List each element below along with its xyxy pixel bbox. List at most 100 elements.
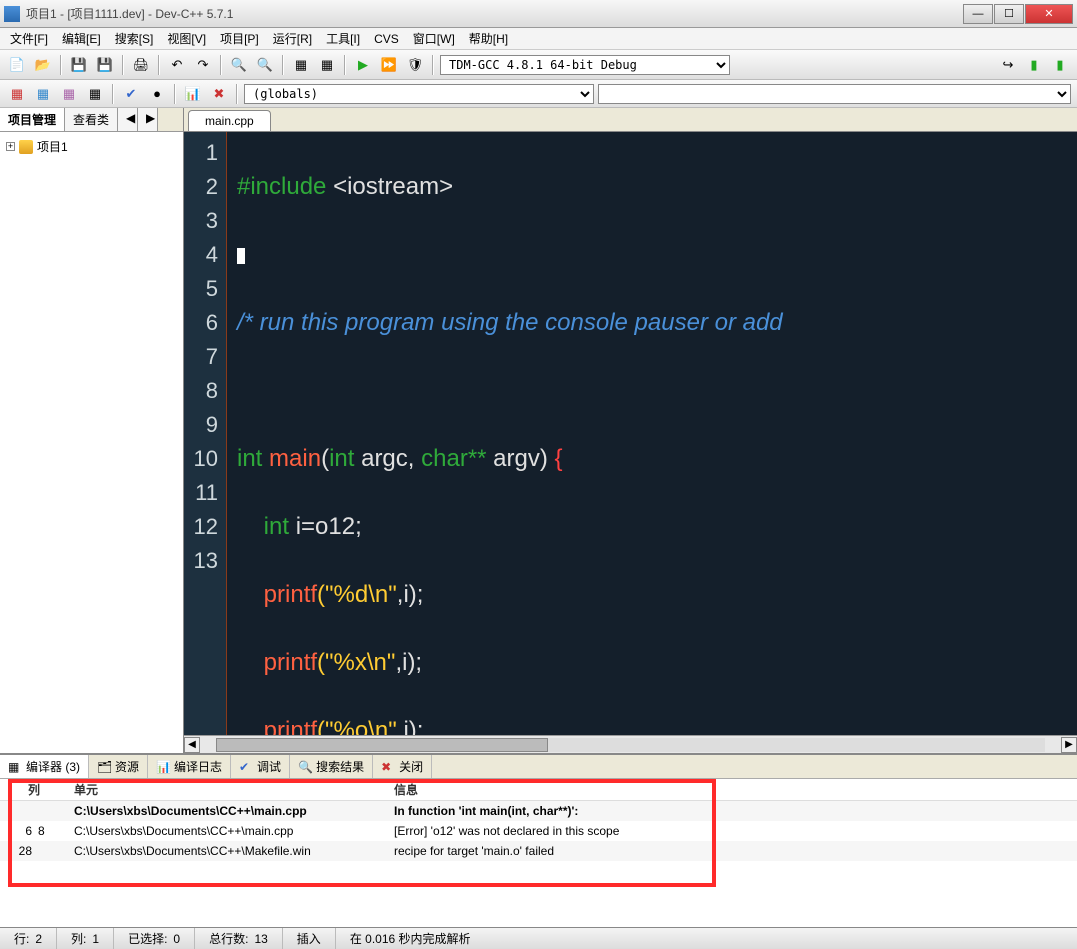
- file-tab-main[interactable]: main.cpp: [188, 110, 271, 131]
- grid3-icon[interactable]: ▦: [58, 83, 80, 105]
- separator: [220, 55, 222, 75]
- replace-icon[interactable]: 🔍: [254, 54, 276, 76]
- find-icon[interactable]: 🔍: [228, 54, 250, 76]
- project-tree[interactable]: + 项目1: [0, 132, 183, 753]
- menu-edit[interactable]: 编辑[E]: [56, 28, 107, 49]
- check-icon[interactable]: ✔: [120, 83, 142, 105]
- menu-view[interactable]: 视图[V]: [161, 28, 212, 49]
- compile-run-icon[interactable]: ⏩: [378, 54, 400, 76]
- member-select[interactable]: [598, 84, 1071, 104]
- menu-window[interactable]: 窗口[W]: [407, 28, 461, 49]
- scroll-track[interactable]: [216, 738, 1045, 752]
- search-icon: 🔍: [298, 760, 312, 774]
- scope-select[interactable]: (globals): [244, 84, 594, 104]
- file-tabs: main.cpp: [184, 108, 1077, 132]
- project-icon: [19, 140, 33, 154]
- app-icon: [4, 6, 20, 22]
- highlight-box: [8, 779, 716, 887]
- grid2-icon[interactable]: ▦: [32, 83, 54, 105]
- maximize-button[interactable]: ☐: [994, 4, 1024, 24]
- btab-search[interactable]: 🔍搜索结果: [290, 755, 373, 778]
- open-icon[interactable]: 📂: [32, 54, 54, 76]
- save-icon[interactable]: 💾: [68, 54, 90, 76]
- menu-file[interactable]: 文件[F]: [4, 28, 54, 49]
- sidebar-tab-scroll-left[interactable]: ◀: [118, 108, 138, 131]
- btab-compiler[interactable]: ▦编译器 (3): [0, 755, 89, 778]
- project-root-label: 项目1: [37, 138, 68, 155]
- grid1-icon[interactable]: ▦: [6, 83, 28, 105]
- window-title: 项目1 - [项目1111.dev] - Dev-C++ 5.7.1: [26, 5, 963, 22]
- print-icon[interactable]: 🖨: [130, 54, 152, 76]
- menu-cvs[interactable]: CVS: [368, 30, 405, 48]
- btab-log[interactable]: 📊编译日志: [148, 755, 231, 778]
- toolbar-main: 📄 📂 💾 💾 🖨 ↶ ↷ 🔍 🔍 ▦ ▦ ▶ ⏩ 🛡 TDM-GCC 4.8.…: [0, 50, 1077, 80]
- btab-close[interactable]: ✖关闭: [373, 755, 432, 778]
- titlebar: 项目1 - [项目1111.dev] - Dev-C++ 5.7.1 — ☐ ✕: [0, 0, 1077, 28]
- run-icon[interactable]: ▶: [352, 54, 374, 76]
- btab-debug[interactable]: ✔调试: [231, 755, 290, 778]
- menu-project[interactable]: 项目[P]: [214, 28, 265, 49]
- close-icon: ✖: [381, 760, 395, 774]
- bottom-panel: ▦编译器 (3) 🗂资源 📊编译日志 ✔调试 🔍搜索结果 ✖关闭 列 单元 信息…: [0, 753, 1077, 927]
- compiler-output[interactable]: 列 单元 信息 C:\Users\xbs\Documents\CC++\main…: [0, 779, 1077, 927]
- sidebar: 项目管理 查看类 ◀ ▶ + 项目1: [0, 108, 184, 753]
- horizontal-scrollbar[interactable]: ◀ ▶: [184, 735, 1077, 753]
- sidebar-tabs: 项目管理 查看类 ◀ ▶: [0, 108, 183, 132]
- toolbar-class: ▦ ▦ ▦ ▦ ✔ ● 📊 ✖ (globals): [0, 80, 1077, 108]
- delete-profile-icon[interactable]: ✖: [208, 83, 230, 105]
- btab-resources[interactable]: 🗂资源: [89, 755, 148, 778]
- separator: [174, 84, 176, 104]
- separator: [122, 55, 124, 75]
- undo-icon[interactable]: ↶: [166, 54, 188, 76]
- bookmark-icon[interactable]: ▮: [1023, 54, 1045, 76]
- separator: [282, 55, 284, 75]
- help-icon[interactable]: ▮: [1049, 54, 1071, 76]
- separator: [432, 55, 434, 75]
- grid4-icon[interactable]: ▦: [84, 83, 106, 105]
- sidebar-tab-scroll-right[interactable]: ▶: [138, 108, 158, 131]
- goto-line-icon[interactable]: ●: [146, 83, 168, 105]
- line-gutter: 1 2 3 4 5 6 7 8 9 10 11 12 13: [184, 132, 226, 735]
- separator: [112, 84, 114, 104]
- window-controls: — ☐ ✕: [963, 4, 1073, 24]
- build-icon[interactable]: ▦: [316, 54, 338, 76]
- separator: [60, 55, 62, 75]
- status-line: 行:2: [0, 928, 57, 949]
- separator: [344, 55, 346, 75]
- sidebar-tab-project[interactable]: 项目管理: [0, 108, 65, 131]
- tree-root-row[interactable]: + 项目1: [6, 136, 177, 157]
- menu-run[interactable]: 运行[R]: [267, 28, 318, 49]
- compile-icon[interactable]: ▦: [290, 54, 312, 76]
- editor-area: main.cpp 1 2 3 4 5 6 7 8 9 10 11 12 13 #…: [184, 108, 1077, 753]
- statusbar: 行:2 列:1 已选择:0 总行数:13 插入 在 0.016 秒内完成解析: [0, 927, 1077, 949]
- goto-icon[interactable]: ↪: [997, 54, 1019, 76]
- menu-tools[interactable]: 工具[I]: [320, 28, 366, 49]
- menu-search[interactable]: 搜索[S]: [109, 28, 160, 49]
- scroll-left-icon[interactable]: ◀: [184, 737, 200, 753]
- menubar: 文件[F] 编辑[E] 搜索[S] 视图[V] 项目[P] 运行[R] 工具[I…: [0, 28, 1077, 50]
- profile-icon[interactable]: 📊: [182, 83, 204, 105]
- status-mode: 插入: [283, 928, 336, 949]
- menu-help[interactable]: 帮助[H]: [463, 28, 514, 49]
- bottom-tabs: ▦编译器 (3) 🗂资源 📊编译日志 ✔调试 🔍搜索结果 ✖关闭: [0, 755, 1077, 779]
- sidebar-tab-classes[interactable]: 查看类: [65, 108, 118, 131]
- debug-icon[interactable]: 🛡: [404, 54, 426, 76]
- status-parse: 在 0.016 秒内完成解析: [336, 928, 1077, 949]
- status-col: 列:1: [57, 928, 114, 949]
- code-editor[interactable]: 1 2 3 4 5 6 7 8 9 10 11 12 13 #include <…: [184, 132, 1077, 735]
- expand-icon[interactable]: +: [6, 142, 15, 151]
- save-all-icon[interactable]: 💾: [94, 54, 116, 76]
- minimize-button[interactable]: —: [963, 4, 993, 24]
- scroll-thumb[interactable]: [216, 738, 548, 752]
- status-sel: 已选择:0: [114, 928, 195, 949]
- log-icon: 📊: [156, 760, 170, 774]
- code-text[interactable]: #include <iostream> /* run this program …: [226, 132, 1077, 735]
- close-button[interactable]: ✕: [1025, 4, 1073, 24]
- redo-icon[interactable]: ↷: [192, 54, 214, 76]
- compiler-select[interactable]: TDM-GCC 4.8.1 64-bit Debug: [440, 55, 730, 75]
- check-icon: ✔: [239, 760, 253, 774]
- resources-icon: 🗂: [97, 760, 111, 774]
- cursor-icon: [237, 248, 245, 264]
- scroll-right-icon[interactable]: ▶: [1061, 737, 1077, 753]
- new-file-icon[interactable]: 📄: [6, 54, 28, 76]
